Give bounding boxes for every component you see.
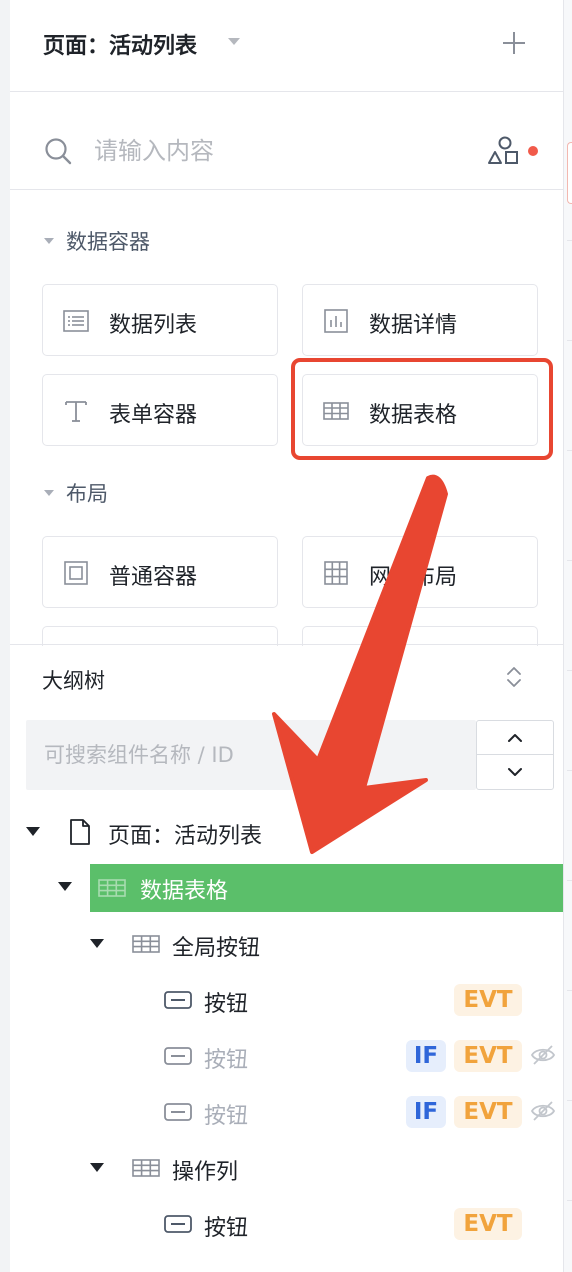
tree-node-page[interactable]: 页面：活动列表 <box>10 806 564 858</box>
divider <box>567 1200 572 1201</box>
tree-node-label: 页面：活动列表 <box>108 824 263 849</box>
button-icon <box>164 1103 192 1121</box>
component-label: 表单容器 <box>109 403 198 428</box>
caret-down-icon <box>44 490 54 496</box>
tree-node-label: 全局按钮 <box>172 936 261 961</box>
next-match-button[interactable] <box>477 755 553 789</box>
caret-down-icon[interactable] <box>228 38 240 45</box>
tree-node-button[interactable]: 按钮 EVT <box>10 974 564 1026</box>
outline-header: 大纲树 <box>10 644 564 708</box>
component-label: 普通容器 <box>109 565 198 590</box>
tree-node-label: 按钮 <box>204 1104 249 1129</box>
grid-icon <box>324 561 348 585</box>
plus-icon[interactable] <box>503 32 525 54</box>
tree-node-button-hidden[interactable]: 按钮 IF EVT <box>10 1030 564 1082</box>
component-label: 数据详情 <box>369 313 458 338</box>
component-normal-container[interactable]: 普通容器 <box>42 536 278 608</box>
panel-header: 页面：活动列表 <box>10 0 564 92</box>
outline-search <box>26 720 476 790</box>
table-icon <box>132 1159 160 1177</box>
component-label: 数据列表 <box>109 313 198 338</box>
eye-off-icon[interactable] <box>530 1044 556 1066</box>
divider <box>567 240 572 241</box>
outline-search-input[interactable] <box>44 738 464 772</box>
component-data-list[interactable]: 数据列表 <box>42 284 278 356</box>
divider <box>567 1100 572 1101</box>
caret-down-icon[interactable] <box>26 827 40 836</box>
caret-down-icon[interactable] <box>90 939 104 948</box>
evt-badge[interactable]: EVT <box>454 1208 522 1240</box>
component-panel: 页面：活动列表 数据容器 数据列表 <box>10 0 564 1272</box>
caret-down-icon <box>44 238 54 244</box>
component-data-detail[interactable]: 数据详情 <box>302 284 538 356</box>
divider <box>567 990 572 991</box>
bar-chart-icon <box>324 309 348 333</box>
button-icon <box>164 991 192 1009</box>
table-icon <box>132 935 160 953</box>
tree-node-global-buttons[interactable]: 全局按钮 <box>10 918 564 970</box>
component-grid-layout[interactable]: 网格布局 <box>302 536 538 608</box>
left-gutter <box>0 0 10 1272</box>
expand-collapse-icon[interactable] <box>506 665 522 689</box>
divider <box>567 670 572 671</box>
section-header-layout[interactable]: 布局 <box>44 478 108 508</box>
divider <box>567 560 572 561</box>
chevron-up-icon <box>508 734 522 742</box>
button-icon <box>164 1047 192 1065</box>
evt-badge[interactable]: EVT <box>454 984 522 1016</box>
chevron-down-icon <box>508 768 522 776</box>
tree-node-action-column[interactable]: 操作列 <box>10 1142 564 1194</box>
if-badge[interactable]: IF <box>406 1096 446 1128</box>
eye-off-icon[interactable] <box>530 1100 556 1122</box>
tree-node-data-table[interactable]: 数据表格 <box>10 864 564 916</box>
tree-node-button[interactable]: 按钮 EVT <box>10 1198 564 1250</box>
component-card-partial[interactable] <box>42 626 278 646</box>
evt-badge[interactable]: EVT <box>454 1040 522 1072</box>
section-title: 布局 <box>66 482 108 506</box>
list-icon <box>63 310 89 332</box>
notification-dot <box>528 146 538 156</box>
tree-node-label: 按钮 <box>204 1048 249 1073</box>
tree-node-label: 按钮 <box>204 1216 249 1241</box>
if-badge[interactable]: IF <box>406 1040 446 1072</box>
caret-down-icon[interactable] <box>58 882 72 891</box>
highlight-annotation <box>291 358 553 460</box>
previous-match-button[interactable] <box>477 721 553 755</box>
divider <box>567 770 572 771</box>
component-label: 网格布局 <box>369 565 458 590</box>
component-form-container[interactable]: 表单容器 <box>42 374 278 446</box>
canvas-tab[interactable] <box>567 142 572 204</box>
divider <box>567 340 572 341</box>
container-icon <box>64 561 88 585</box>
caret-down-icon[interactable] <box>90 1163 104 1172</box>
divider <box>567 450 572 451</box>
tree-node-label: 按钮 <box>204 992 249 1017</box>
evt-badge[interactable]: EVT <box>454 1096 522 1128</box>
button-icon <box>164 1215 192 1233</box>
outline-title: 大纲树 <box>42 669 105 693</box>
shapes-icon[interactable] <box>488 136 522 166</box>
component-card-partial[interactable] <box>302 626 538 646</box>
tree-node-label: 操作列 <box>172 1160 239 1185</box>
search-icon <box>45 138 72 165</box>
tree-node-label: 数据表格 <box>140 879 229 904</box>
section-header-data-containers[interactable]: 数据容器 <box>44 226 150 256</box>
outline-nav-buttons <box>476 720 554 790</box>
page-selector[interactable]: 页面：活动列表 <box>43 28 197 60</box>
canvas-edge <box>563 0 572 1272</box>
component-search <box>10 92 564 190</box>
page-icon <box>70 819 90 845</box>
section-title: 数据容器 <box>66 230 150 254</box>
text-t-icon <box>65 401 87 422</box>
table-icon <box>98 879 126 897</box>
search-input[interactable] <box>94 134 454 168</box>
tree-node-button-hidden[interactable]: 按钮 IF EVT <box>10 1086 564 1138</box>
divider <box>567 880 572 881</box>
